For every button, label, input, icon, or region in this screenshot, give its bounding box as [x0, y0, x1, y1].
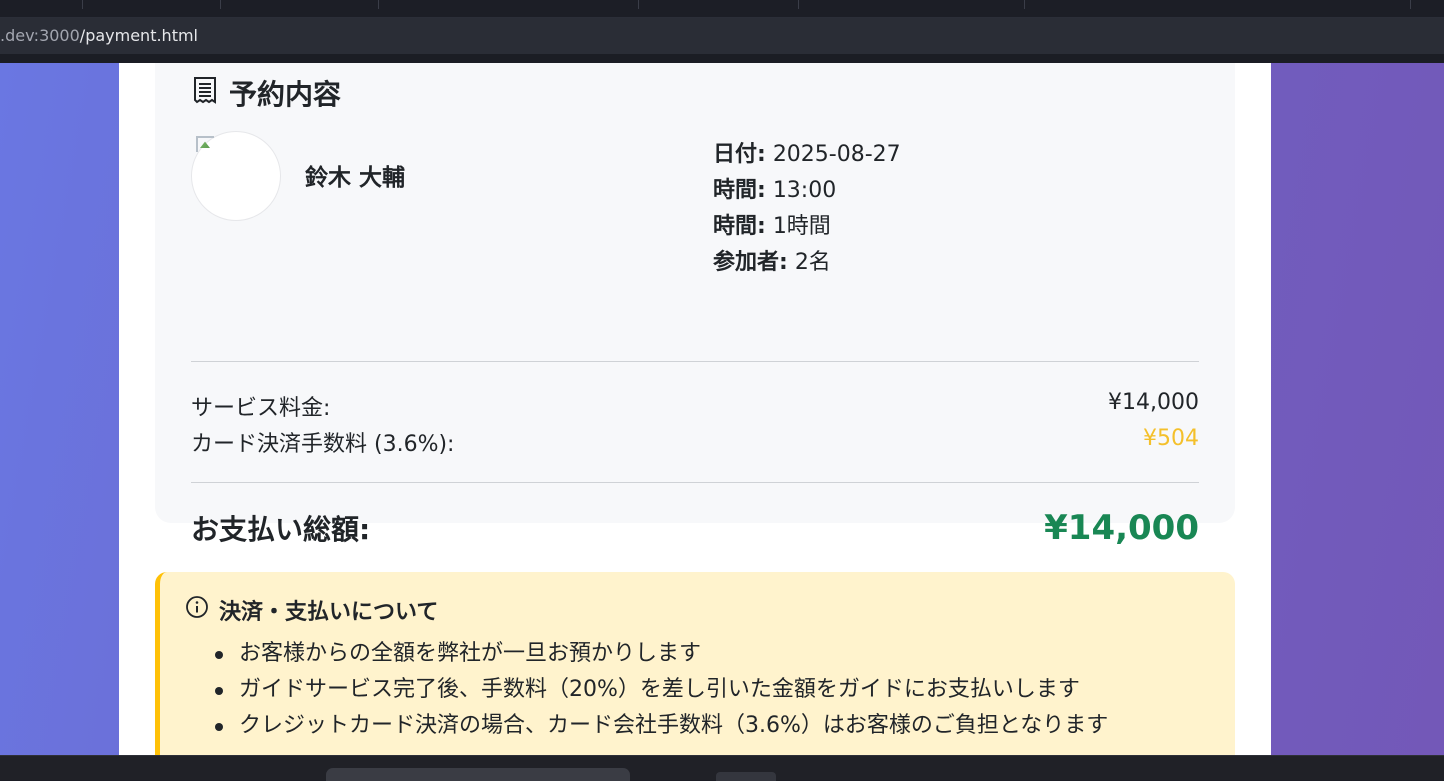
toolbar-gap	[0, 54, 1444, 63]
service-fee-value: ¥14,000	[1108, 390, 1199, 415]
detail-duration: 時間: 1時間	[713, 209, 901, 245]
total-label: お支払い総額:	[191, 513, 371, 546]
detail-label: 参加者:	[713, 250, 788, 275]
tab-separator	[1410, 0, 1411, 9]
detail-label: 時間:	[713, 178, 766, 203]
card-fee-row: カード決済手数料 (3.6%): ¥504	[191, 426, 1199, 458]
payment-info-header: 決済・支払いについて	[185, 594, 438, 626]
payment-page: 予約内容 鈴木 大輔 日付: 2025-08-27 時間: 13:00 時間: …	[119, 63, 1271, 755]
detail-date: 日付: 2025-08-27	[713, 137, 901, 173]
tab-separator	[798, 0, 799, 9]
page-viewport[interactable]: 予約内容 鈴木 大輔 日付: 2025-08-27 時間: 13:00 時間: …	[0, 63, 1444, 755]
detail-value: 13:00	[772, 178, 837, 203]
card-fee-label: カード決済手数料 (3.6%):	[191, 432, 455, 457]
detail-time: 時間: 13:00	[713, 173, 901, 209]
detail-label: 時間:	[713, 214, 766, 239]
tab-separator	[638, 0, 639, 9]
booking-details: 日付: 2025-08-27 時間: 13:00 時間: 1時間 参加者: 2名	[713, 137, 901, 281]
payment-info-title: 決済・支払いについて	[219, 600, 439, 625]
payment-info-list: お客様からの全額を弊社が一旦お預かりします ガイドサービス完了後、手数料（20%…	[209, 636, 1108, 744]
booking-summary-card: 予約内容 鈴木 大輔 日付: 2025-08-27 時間: 13:00 時間: …	[155, 63, 1235, 548]
payment-info-notice: 決済・支払いについて お客様からの全額を弊社が一旦お預かりします ガイドサービス…	[155, 572, 1235, 755]
divider	[191, 361, 1199, 362]
tab-separator	[220, 0, 221, 9]
browser-tab-strip	[0, 0, 1444, 18]
tab-separator	[378, 0, 379, 9]
url-path: /payment.html	[79, 26, 198, 45]
receipt-icon	[191, 76, 219, 111]
detail-label: 日付:	[713, 142, 766, 167]
divider	[191, 482, 1199, 483]
address-bar[interactable]: .dev:3000/payment.html	[0, 18, 1444, 54]
info-circle-icon	[185, 595, 209, 625]
service-fee-label: サービス料金:	[191, 396, 331, 421]
service-fee-row: サービス料金: ¥14,000	[191, 390, 1199, 422]
detail-participants: 参加者: 2名	[713, 245, 901, 281]
detail-value: 2025-08-27	[772, 142, 901, 167]
broken-image-icon	[196, 136, 214, 152]
guide-name: 鈴木 大輔	[305, 165, 406, 191]
guide-avatar	[191, 131, 281, 221]
booking-summary-heading: 予約内容	[229, 78, 342, 111]
detail-value: 2名	[794, 250, 831, 275]
tab-separator	[82, 0, 83, 9]
list-item: お客様からの全額を弊社が一旦お預かりします	[209, 636, 1108, 672]
url-host: .dev:3000	[0, 26, 80, 45]
list-item: クレジットカード決済の場合、カード会社手数料（3.6%）はお客様のご負担となりま…	[209, 708, 1108, 744]
tab-separator	[1024, 0, 1025, 9]
os-taskbar	[0, 755, 1444, 781]
detail-value: 1時間	[772, 214, 831, 239]
total-row: お支払い総額: ¥14,000	[191, 508, 1199, 548]
list-item: ガイドサービス完了後、手数料（20%）を差し引いた金額をガイドにお支払いします	[209, 672, 1108, 708]
booking-summary-title: 予約内容	[191, 73, 341, 113]
total-amount: ¥14,000	[1044, 508, 1199, 548]
card-fee-value: ¥504	[1143, 426, 1199, 451]
taskbar-button[interactable]	[326, 768, 630, 781]
